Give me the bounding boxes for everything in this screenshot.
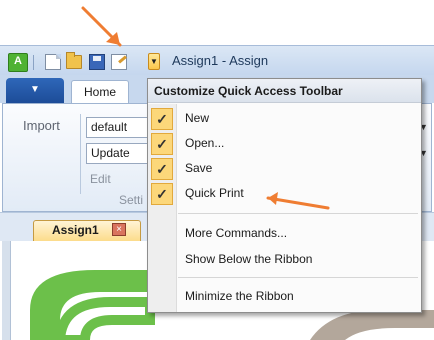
annotation-arrows (81, 6, 330, 210)
arrow-to-quick-print-head (268, 192, 278, 205)
arrow-to-quick-print-shaft (266, 196, 330, 210)
